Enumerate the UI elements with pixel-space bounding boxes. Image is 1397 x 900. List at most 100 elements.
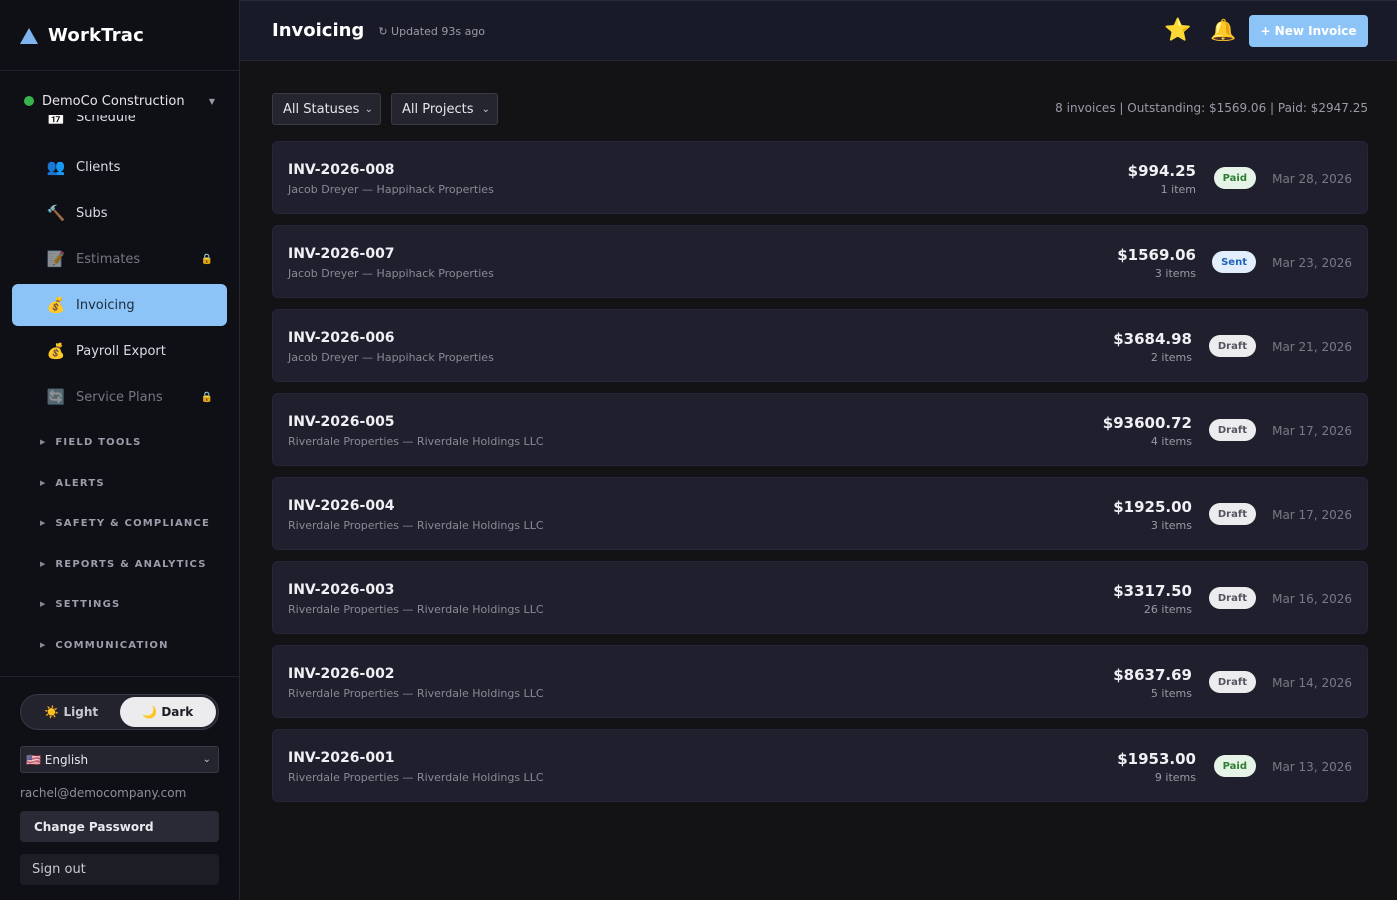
calendar-icon: 📅 <box>46 115 66 126</box>
section-settings[interactable]: ▶ SETTINGS <box>40 594 120 614</box>
project-filter-select[interactable]: All Projects ⌄ <box>391 93 498 125</box>
memo-icon: 📝 <box>46 250 66 268</box>
status-badge: Draft <box>1208 419 1256 441</box>
invoice-number: INV-2026-003 <box>288 582 395 598</box>
caret-down-icon: ▼ <box>208 96 215 106</box>
invoice-amount: $1925.00 <box>1113 498 1192 516</box>
sidebar-item-label: Schedule <box>76 115 136 125</box>
sidebar-item-service-plans[interactable]: 🔄 Service Plans 🔒 <box>12 376 227 418</box>
invoice-amount-block: $1925.00 3 items <box>1113 498 1192 532</box>
invoice-amount-block: $994.25 1 item <box>1128 162 1196 196</box>
invoice-item-count: 2 items <box>1150 351 1192 364</box>
invoice-client: Riverdale Properties — Riverdale Holding… <box>288 687 544 700</box>
invoice-client: Jacob Dreyer — Happihack Properties <box>288 183 494 196</box>
company-name: DemoCo Construction <box>42 93 185 109</box>
invoice-row[interactable]: INV-2026-007 Jacob Dreyer — Happihack Pro… <box>272 225 1368 298</box>
section-reports-and-analytics[interactable]: ▶ REPORTS & ANALYTICS <box>40 554 207 574</box>
invoice-amount: $8637.69 <box>1113 666 1192 684</box>
language-value: 🇺🇸 English <box>26 752 89 767</box>
invoice-client: Riverdale Properties — Riverdale Holding… <box>288 771 544 784</box>
invoice-row[interactable]: INV-2026-001 Riverdale Properties — River… <box>272 729 1368 802</box>
sidebar-item-invoicing[interactable]: 💰 Invoicing <box>12 284 227 326</box>
invoice-date: Mar 14, 2026 <box>1272 676 1352 690</box>
money-bag-icon: 💰 <box>46 296 66 314</box>
invoice-amount-block: $1569.06 3 items <box>1117 246 1196 280</box>
header-bar: Invoicing ↻ Updated 93s ago ⭐ 🔔 + New In… <box>240 0 1397 61</box>
sign-out-button[interactable]: Sign out <box>20 854 219 885</box>
hammer-icon: 🔨 <box>46 204 66 222</box>
user-email: rachel@democompany.com <box>20 786 187 800</box>
invoice-amount-block: $3684.98 2 items <box>1113 330 1192 364</box>
sidebar-item-clients[interactable]: 👥 Clients <box>12 146 227 188</box>
lock-icon: 🔒 <box>200 253 213 265</box>
invoice-client: Riverdale Properties — Riverdale Holding… <box>288 435 544 448</box>
section-label: SAFETY & COMPLIANCE <box>55 517 211 529</box>
money-bag-icon: 💰 <box>46 342 66 360</box>
sidebar-nav: 📅 Schedule 👥 Clients 🔨 Subs 📝 Estimates 🔒 💰 Invo… <box>0 115 240 675</box>
brand[interactable]: WorkTrac <box>0 0 239 71</box>
invoice-amount: $3684.98 <box>1113 330 1192 348</box>
invoice-item-count: 9 items <box>1154 771 1196 784</box>
status-badge: Sent <box>1212 251 1256 273</box>
invoice-amount: $1953.00 <box>1117 750 1196 768</box>
invoice-amount-block: $8637.69 5 items <box>1113 666 1192 700</box>
invoice-item-count: 3 items <box>1154 267 1196 280</box>
star-icon[interactable]: ⭐ <box>1164 18 1191 43</box>
triangle-right-icon: ▶ <box>40 641 46 649</box>
section-communication[interactable]: ▶ COMMUNICATION <box>40 635 169 655</box>
invoice-row[interactable]: INV-2026-003 Riverdale Properties — River… <box>272 561 1368 634</box>
section-alerts[interactable]: ▶ ALERTS <box>40 473 105 493</box>
status-badge: Draft <box>1208 335 1256 357</box>
section-label: FIELD TOOLS <box>55 436 142 448</box>
invoice-date: Mar 16, 2026 <box>1272 592 1352 606</box>
theme-light-button[interactable]: ☀️ Light <box>23 697 120 727</box>
invoice-row[interactable]: INV-2026-004 Riverdale Properties — River… <box>272 477 1368 550</box>
invoice-item-count: 26 items <box>1143 603 1192 616</box>
invoice-amount-block: $93600.72 4 items <box>1103 414 1192 448</box>
theme-dark-button[interactable]: 🌙 Dark <box>119 697 216 727</box>
invoice-row[interactable]: INV-2026-006 Jacob Dreyer — Happihack Pro… <box>272 309 1368 382</box>
sidebar: WorkTrac DemoCo Construction ▼ 📅 Schedul… <box>0 0 240 900</box>
section-field-tools[interactable]: ▶ FIELD TOOLS <box>40 432 142 452</box>
status-filter-value: All Statuses <box>283 101 360 117</box>
invoice-client: Jacob Dreyer — Happihack Properties <box>288 267 494 280</box>
invoice-row[interactable]: INV-2026-008 Jacob Dreyer — Happihack Pro… <box>272 141 1368 214</box>
section-label: REPORTS & ANALYTICS <box>55 558 207 570</box>
main-content: Invoicing ↻ Updated 93s ago ⭐ 🔔 + New In… <box>240 0 1397 900</box>
sidebar-item-label: Estimates <box>76 251 141 267</box>
invoice-item-count: 3 items <box>1150 519 1192 532</box>
status-badge: Draft <box>1208 671 1256 693</box>
language-select[interactable]: 🇺🇸 English ⌄ <box>20 746 219 773</box>
status-filter-select[interactable]: All Statuses ⌄ <box>272 93 381 125</box>
company-status-dot <box>24 96 34 106</box>
bell-icon[interactable]: 🔔 <box>1210 18 1236 43</box>
filter-bar: All Statuses ⌄ All Projects ⌄ <box>272 93 498 125</box>
app-root: WorkTrac DemoCo Construction ▼ 📅 Schedul… <box>0 0 1397 900</box>
invoice-client: Jacob Dreyer — Happihack Properties <box>288 351 494 364</box>
sidebar-item-label: Clients <box>76 159 121 175</box>
invoice-number: INV-2026-006 <box>288 330 395 346</box>
invoice-date: Mar 23, 2026 <box>1272 256 1352 270</box>
invoice-item-count: 4 items <box>1150 435 1192 448</box>
sidebar-item-subs[interactable]: 🔨 Subs <box>12 192 227 234</box>
logo-triangle-icon <box>20 28 38 44</box>
invoice-amount: $1569.06 <box>1117 246 1196 264</box>
sidebar-item-estimates[interactable]: 📝 Estimates 🔒 <box>12 238 227 280</box>
invoice-row[interactable]: INV-2026-005 Riverdale Properties — River… <box>272 393 1368 466</box>
invoice-number: INV-2026-008 <box>288 162 395 178</box>
new-invoice-button[interactable]: + New Invoice <box>1249 15 1368 47</box>
chevron-down-icon: ⌄ <box>202 754 211 765</box>
section-safety-and-compliance[interactable]: ▶ SAFETY & COMPLIANCE <box>40 513 210 533</box>
invoice-date: Mar 28, 2026 <box>1272 172 1352 186</box>
page-title: Invoicing <box>272 20 365 41</box>
invoice-amount-block: $1953.00 9 items <box>1117 750 1196 784</box>
sidebar-item-payroll-export[interactable]: 💰 Payroll Export <box>12 330 227 372</box>
invoice-number: INV-2026-007 <box>288 246 395 262</box>
chevron-down-icon: ⌄ <box>364 103 373 115</box>
invoice-number: INV-2026-001 <box>288 750 395 766</box>
invoice-row[interactable]: INV-2026-002 Riverdale Properties — River… <box>272 645 1368 718</box>
sidebar-footer: ☀️ Light 🌙 Dark 🇺🇸 English ⌄ rachel@demo… <box>0 676 240 900</box>
triangle-right-icon: ▶ <box>40 438 46 446</box>
change-password-button[interactable]: Change Password <box>20 811 219 842</box>
sidebar-item-schedule[interactable]: 📅 Schedule <box>12 115 227 138</box>
